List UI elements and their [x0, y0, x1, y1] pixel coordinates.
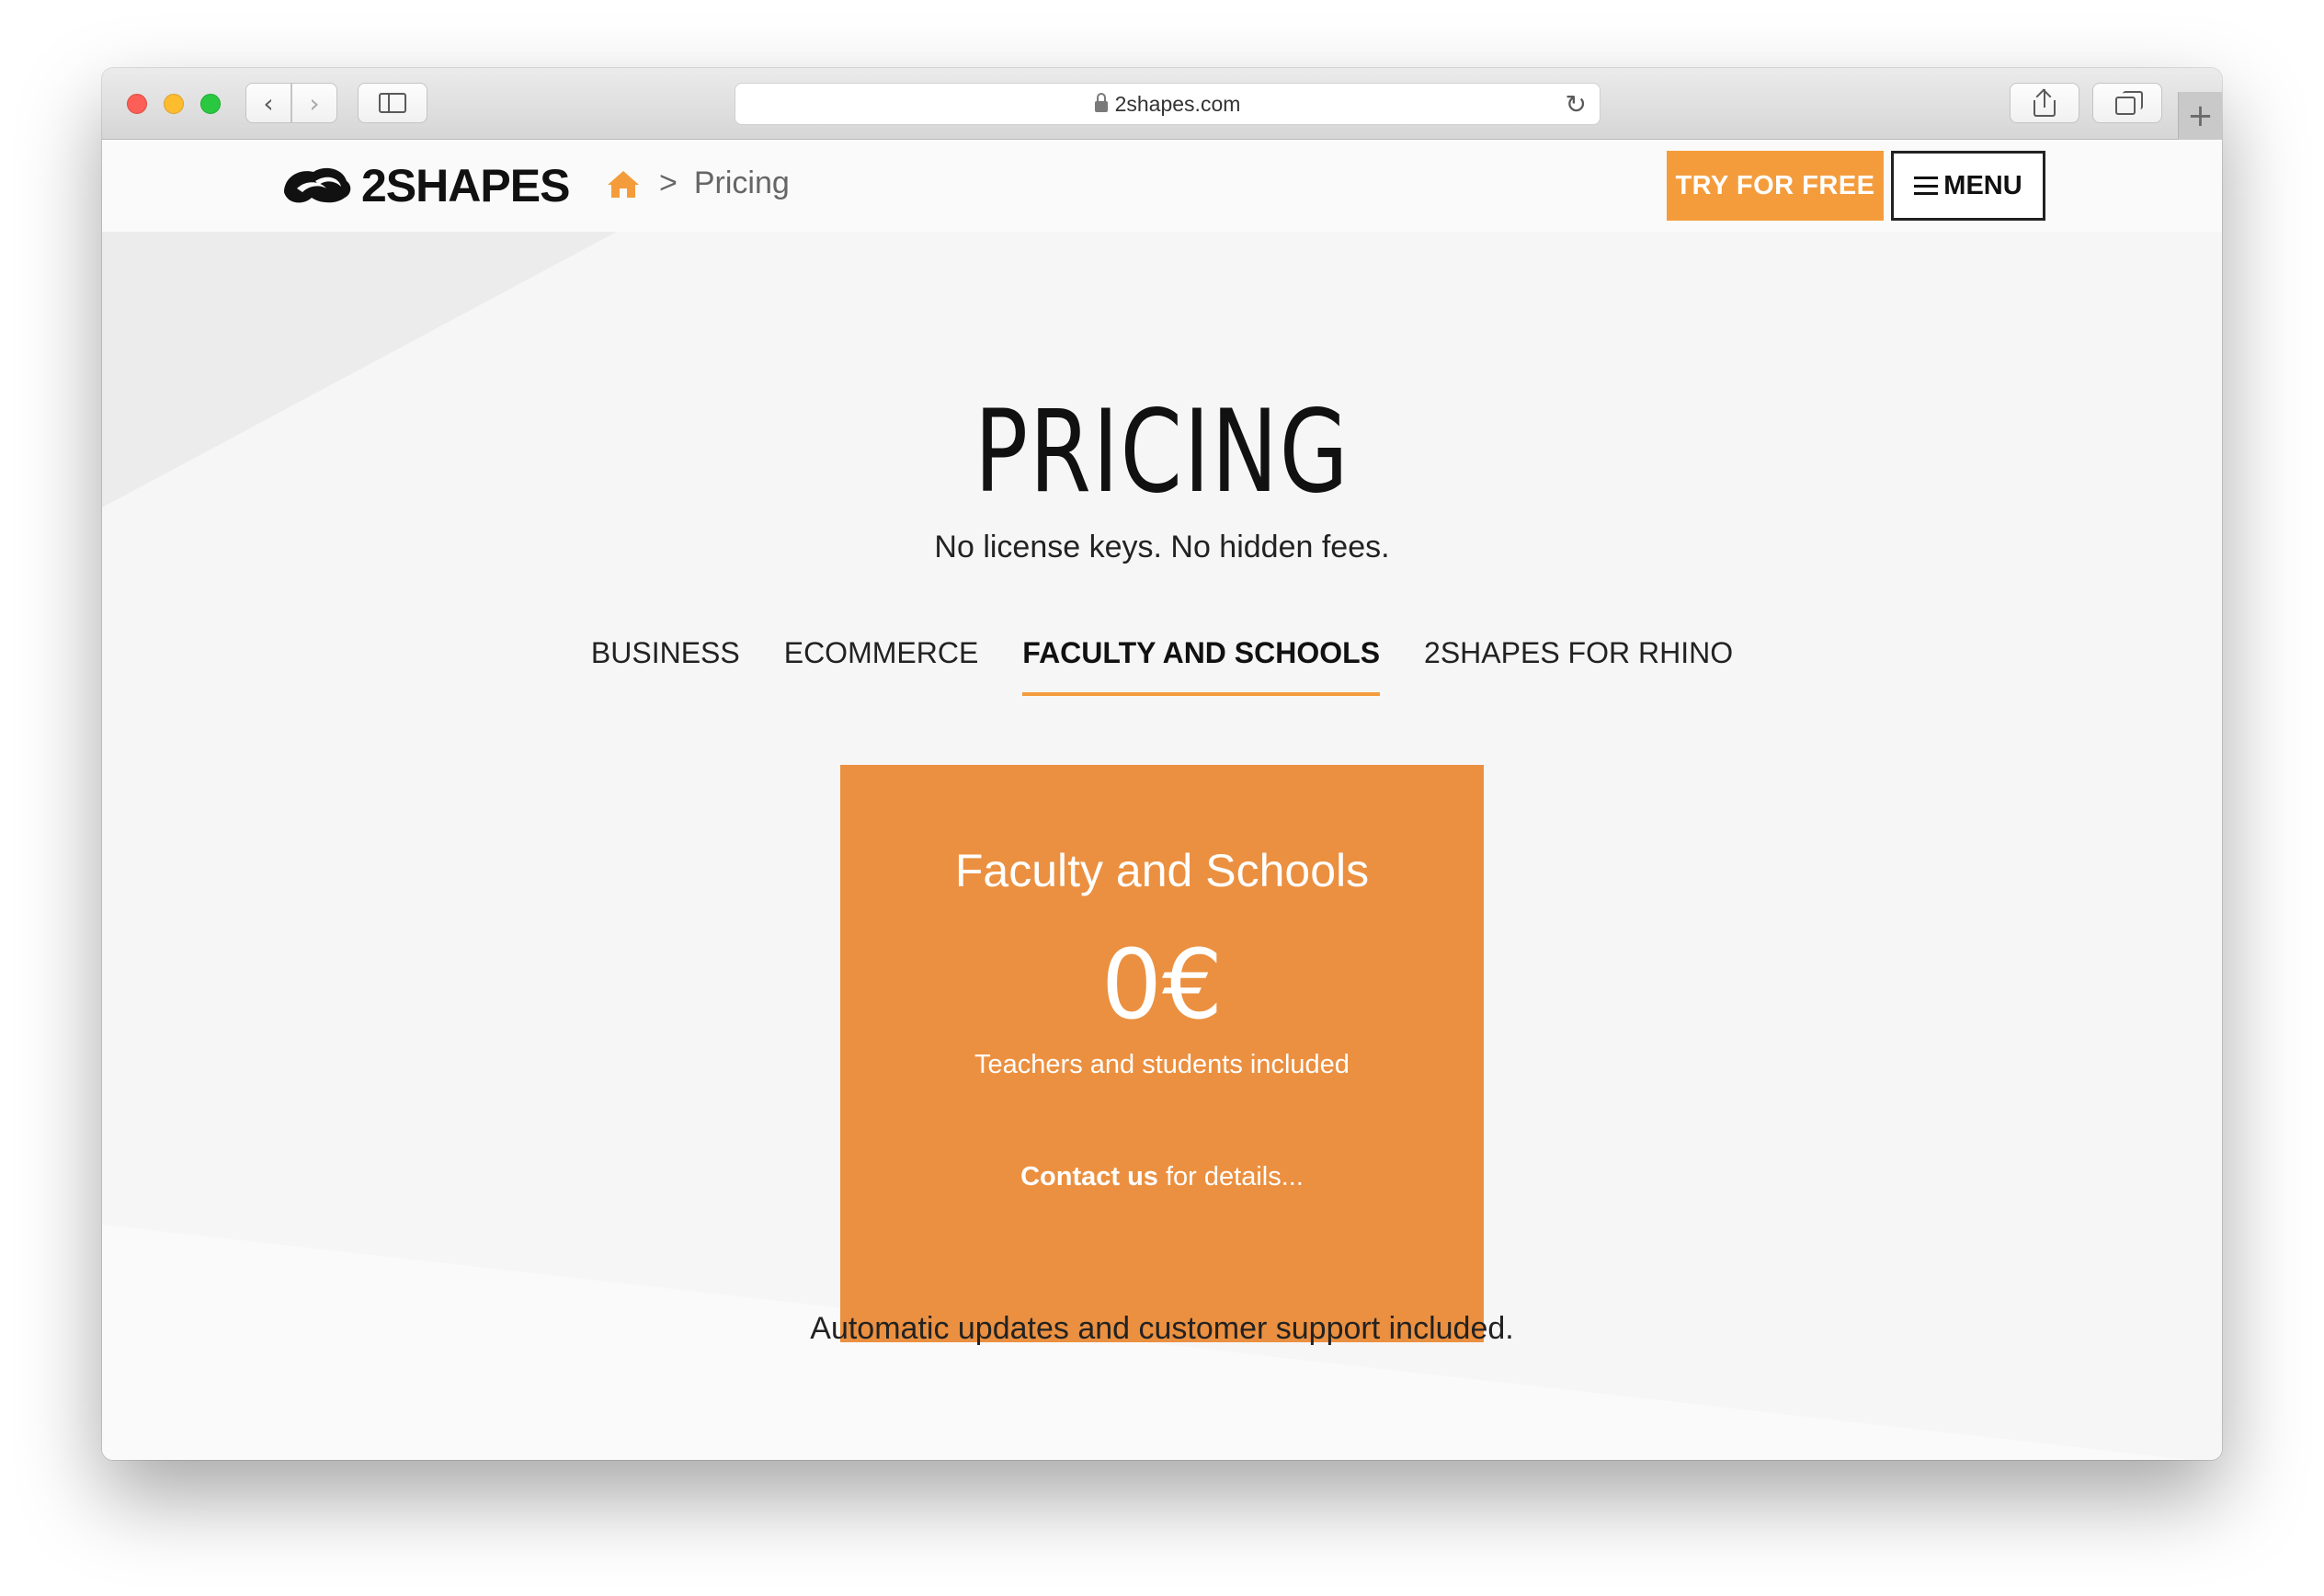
lock-icon: [1094, 93, 1108, 112]
minimize-window-button[interactable]: [164, 94, 184, 114]
breadcrumb: > Pricing: [606, 165, 790, 201]
menu-button[interactable]: MENU: [1891, 151, 2045, 221]
browser-window: ‹ › 2shapes.com ↻ + 2SHAPES > Pricing TR…: [102, 68, 2222, 1460]
tabs-icon: [2115, 91, 2143, 115]
site-logo[interactable]: 2SHAPES: [279, 160, 570, 211]
page-title: PRICING: [974, 386, 1350, 519]
hamburger-icon: [1914, 177, 1939, 195]
logo-text: 2SHAPES: [361, 160, 570, 211]
pricing-tabs: BUSINESS ECOMMERCE FACULTY AND SCHOOLS 2…: [102, 636, 2222, 696]
close-window-button[interactable]: [127, 94, 147, 114]
site-header: 2SHAPES > Pricing TRY FOR FREE MENU: [102, 140, 2222, 232]
sidebar-icon: [379, 93, 406, 113]
tab-faculty-and-schools[interactable]: FACULTY AND SCHOOLS: [1022, 636, 1381, 696]
footer-note: Automatic updates and customer support i…: [810, 1311, 1514, 1346]
page-subtitle: No license keys. No hidden fees.: [934, 530, 1390, 564]
back-button[interactable]: ‹: [245, 83, 291, 123]
tab-ecommerce[interactable]: ECOMMERCE: [784, 636, 979, 696]
chevron-right-icon: ›: [309, 87, 320, 119]
address-bar[interactable]: 2shapes.com ↻: [735, 83, 1601, 125]
share-icon: [2034, 88, 2056, 117]
home-icon[interactable]: [606, 168, 641, 200]
plus-icon: +: [2187, 97, 2214, 134]
chevron-left-icon: ‹: [263, 87, 274, 119]
breadcrumb-current: Pricing: [693, 165, 790, 200]
card-contact: Contact us for details...: [840, 1162, 1484, 1192]
logo-icon: [284, 167, 351, 203]
tab-business[interactable]: BUSINESS: [591, 636, 740, 696]
url-text: 2shapes.com: [1114, 91, 1241, 116]
tab-2shapes-for-rhino[interactable]: 2SHAPES FOR RHINO: [1424, 636, 1733, 696]
menu-label: MENU: [1943, 170, 2022, 200]
show-tabs-button[interactable]: [2092, 83, 2162, 123]
pricing-card: Faculty and Schools 0€ Teachers and stud…: [840, 765, 1484, 1342]
browser-toolbar: ‹ › 2shapes.com ↻ +: [102, 68, 2222, 140]
zoom-window-button[interactable]: [200, 94, 221, 114]
reload-icon[interactable]: ↻: [1566, 89, 1587, 120]
card-description: Teachers and students included: [974, 1050, 1350, 1079]
card-title: Faculty and Schools: [954, 845, 1370, 896]
contact-us-link[interactable]: Contact us: [1020, 1162, 1158, 1191]
new-tab-button[interactable]: +: [2178, 92, 2222, 140]
web-page: 2SHAPES > Pricing TRY FOR FREE MENU PRIC…: [102, 140, 2222, 1460]
contact-suffix: for details...: [1157, 1162, 1304, 1191]
breadcrumb-separator: >: [659, 165, 678, 200]
try-for-free-button[interactable]: TRY FOR FREE: [1667, 151, 1884, 221]
forward-button[interactable]: ›: [291, 83, 337, 123]
card-price: 0€: [1100, 929, 1224, 1041]
share-button[interactable]: [2010, 83, 2079, 123]
sidebar-toggle-button[interactable]: [358, 83, 427, 123]
